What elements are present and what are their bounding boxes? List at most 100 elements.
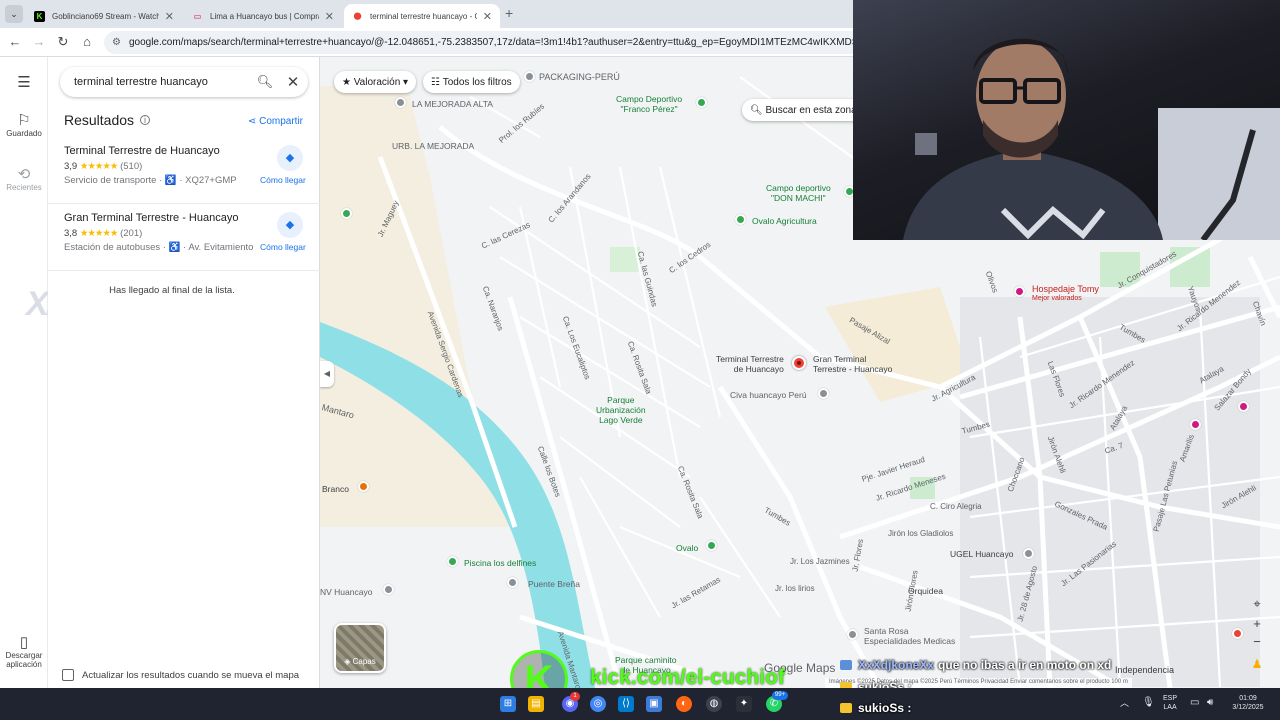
park-marker-icon[interactable] (341, 208, 352, 219)
poi-marker-icon[interactable] (524, 71, 535, 82)
search-this-area-label: Buscar en esta zona (765, 104, 857, 116)
search-this-area-button[interactable]: 🔍︎ Buscar en esta zona (742, 99, 865, 121)
poi-label[interactable]: PACKAGING-PERÚ (539, 72, 620, 82)
park-marker-icon[interactable] (447, 556, 458, 567)
result-name[interactable]: Terminal Terrestre de Huancayo (64, 145, 220, 157)
poi-label[interactable]: Ovalo Agricultura (752, 216, 817, 226)
directions-label[interactable]: Cómo llegar (260, 175, 306, 185)
windows-start-icon[interactable]: ⊞ (500, 696, 516, 712)
tab-kick-stream[interactable]: K Goblinciano69 Stream - Watch ✕ (26, 4, 182, 28)
recent-button[interactable]: ⟲ Recientes (0, 165, 48, 192)
search-input[interactable]: terminal terrestre huancayo (74, 76, 252, 88)
poi-label[interactable]: Terminal Terrestre de Huancayo (716, 354, 784, 374)
end-of-list-text: Has llegado al final de la lista. (109, 285, 235, 296)
result-category: Servicio de transporte (64, 175, 157, 186)
share-button[interactable]: ⋖ Compartir (248, 116, 303, 127)
file-explorer-icon[interactable]: ▤ (528, 696, 544, 712)
results-title: Resultados (64, 112, 135, 128)
poi-label[interactable]: Campo Deportivo "Franco Pérez" (616, 94, 682, 114)
poi-label[interactable]: Gran Terminal Terrestre - Huancayo (813, 354, 892, 374)
poi-marker-icon[interactable] (383, 584, 394, 595)
home-icon[interactable]: ⌂ (78, 33, 96, 51)
poi-label[interactable]: LA MEJORADA ALTA (412, 99, 493, 109)
result-item[interactable]: Gran Terminal Terrestre - Huancayo 3,8 ★… (48, 204, 320, 271)
park-marker-icon[interactable] (706, 540, 717, 551)
maps-left-rail: ☰ ⚐ Guardado ⟲ Recientes X2 ▯ Descargar … (0, 57, 66, 688)
poi-label[interactable]: Piscina los delfines (464, 558, 536, 568)
poi-label[interactable]: Branco (322, 484, 349, 494)
firefox-icon[interactable]: ◐ (676, 696, 692, 712)
site-info-icon[interactable]: ⚙ (112, 37, 121, 48)
update-on-move-option[interactable]: Actualizar los resultados cuando se muev… (62, 669, 299, 681)
directions-button[interactable]: ◆ (277, 212, 303, 238)
results-heading: Resultados i (64, 112, 150, 128)
hotel-marker-icon[interactable] (1014, 286, 1025, 297)
vscode-icon[interactable]: ⟨⟩ (618, 696, 634, 712)
chevron-left-icon: ◀ (323, 369, 331, 378)
result-name[interactable]: Gran Terminal Terrestre - Huancayo (64, 212, 238, 224)
info-icon[interactable]: i (139, 115, 150, 125)
result-item[interactable]: Terminal Terrestre de Huancayo 3,9 ★★★★★… (48, 137, 320, 204)
poi-label[interactable]: Civa huancayo Perú (730, 390, 807, 400)
download-app-button[interactable]: ▯ Descargar aplicación (0, 633, 48, 669)
layers-button[interactable]: ◈ Capas (334, 623, 386, 673)
poi-marker-icon[interactable] (1023, 548, 1034, 559)
virtualbox-icon[interactable]: ▣ (646, 696, 662, 712)
reload-icon[interactable]: ↻ (54, 33, 72, 51)
directions-icon: ◆ (285, 219, 295, 231)
directions-button[interactable]: ◆ (277, 145, 303, 171)
poi-label[interactable]: NV Huancayo (320, 587, 372, 597)
poi-label[interactable]: Hospedaje Tomy (1032, 284, 1099, 294)
address-bar[interactable]: ⚙ google.com/maps/search/terminal+terres… (104, 31, 864, 54)
search-box[interactable]: terminal terrestre huancayo 🔍︎ ✕ (60, 67, 308, 97)
park-marker-icon[interactable] (696, 97, 707, 108)
hospital-marker-icon[interactable] (1232, 628, 1243, 639)
restaurant-marker-icon[interactable] (358, 481, 369, 492)
new-tab-icon[interactable]: + (505, 5, 513, 21)
app-icon[interactable]: ✦ (736, 696, 752, 712)
poi-marker-icon[interactable] (507, 577, 518, 588)
poi-label[interactable]: Parque Urbanización Lago Verde (596, 395, 646, 425)
zoom-out-button[interactable]: − (1248, 633, 1266, 651)
poi-label[interactable]: Puente Breña (528, 579, 580, 589)
tab-search-button[interactable]: ⌄ (5, 5, 23, 23)
result-pin-icon[interactable] (792, 356, 806, 370)
directions-label[interactable]: Cómo llegar (260, 242, 306, 252)
saved-button[interactable]: ⚐ Guardado (0, 111, 48, 138)
hotel-marker-icon[interactable] (1238, 401, 1249, 412)
poi-label[interactable]: Ovalo (676, 543, 698, 553)
directions-icon: ◆ (285, 152, 295, 164)
poi-label[interactable]: Santa Rosa Especialidades Medicas (864, 626, 955, 646)
result-meta: Estación de autobuses · ♿ · Av. Evitamie… (64, 242, 253, 253)
menu-button[interactable]: ☰ (0, 73, 48, 91)
poi-marker-icon[interactable] (818, 388, 829, 399)
poi-marker-icon[interactable] (395, 97, 406, 108)
search-icon[interactable]: 🔍︎ (252, 74, 278, 90)
tab-close-icon[interactable]: ✕ (483, 10, 492, 23)
zoom-in-button[interactable]: + (1248, 615, 1266, 633)
wheelchair-icon: · ♿ · (162, 242, 189, 253)
rating-filter-chip[interactable]: ★ Valoración ▾ (334, 71, 417, 93)
all-filters-chip[interactable]: ☷ Todos los filtros (423, 71, 520, 93)
obs-icon[interactable]: ◍ (706, 696, 722, 712)
back-arrow-icon[interactable]: ← (6, 33, 24, 51)
collapse-panel-button[interactable]: ◀ (320, 361, 334, 387)
hotel-marker-icon[interactable] (1190, 419, 1201, 430)
tab-bus-tickets[interactable]: ▭ Lima a Huancayo bus | Compra ✕ (184, 4, 342, 28)
poi-label[interactable]: URB. LA MEJORADA (392, 141, 474, 151)
park-marker-icon[interactable] (735, 214, 746, 225)
kick-favicon-icon: K (34, 10, 45, 22)
chrome-icon[interactable]: ◎ (590, 696, 606, 712)
poi-label[interactable]: UGEL Huancayo (950, 549, 1013, 559)
tab-close-icon[interactable]: ✕ (325, 10, 334, 23)
tab-close-icon[interactable]: ✕ (165, 10, 174, 23)
forward-arrow-icon[interactable]: → (30, 33, 48, 51)
chat-message: sukioSs : (840, 701, 1280, 715)
tab-google-maps[interactable]: ⬤ terminal terrestre huancayo - G ✕ (344, 4, 500, 28)
poi-label[interactable]: Campo deportivo "DON MACHI" (766, 183, 831, 203)
update-checkbox[interactable] (62, 669, 74, 681)
poi-marker-icon[interactable] (847, 629, 858, 640)
my-location-icon[interactable]: ⌖ (1248, 595, 1266, 613)
phone-icon: ▯ (19, 634, 29, 651)
close-icon[interactable]: ✕ (278, 73, 308, 91)
